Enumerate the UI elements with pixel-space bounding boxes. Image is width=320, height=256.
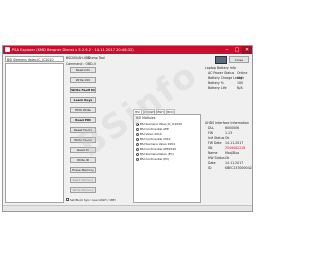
- module-radio[interactable]: [136, 132, 139, 136]
- window-title: PSA Explorer (KMD Bergner Dienst v 5.2.9…: [12, 48, 134, 52]
- interface-info-label: Init Status: [208, 136, 225, 140]
- laptop-info-value: N/A: [237, 86, 243, 90]
- block-sync-label: Set Block Sync (use OASH / 1BE): [70, 197, 116, 202]
- vin-label: BSI200/AH-080: [66, 56, 91, 60]
- interface-info-label: HW Status: [208, 156, 225, 160]
- module-label: BSI Continental 2010: [140, 137, 171, 141]
- interface-info-label: FW: [208, 131, 213, 135]
- title-bar: PSA Explorer (KMD Bergner Dienst v 5.2.9…: [3, 46, 252, 54]
- module-label: BSI Continental AEE2010: [140, 147, 177, 151]
- action-button-read-memory[interactable]: Read Memory: [70, 177, 96, 183]
- interface-info-label: FW Date: [208, 141, 222, 145]
- interface-info-label: Name: [208, 151, 218, 155]
- module-radio[interactable]: [136, 127, 139, 131]
- maximize-button[interactable]: □: [232, 46, 242, 54]
- module-label: BSI Valeo 2010: [140, 132, 162, 136]
- interface-info-value: Mod/Duo: [225, 151, 240, 155]
- module-label: BSI Continental AEE: [140, 127, 169, 131]
- action-button-write-faults[interactable]: Write Faults: [70, 137, 96, 143]
- interface-info-value: Ok: [225, 136, 230, 140]
- modules-heading: BSI Modules: [136, 116, 156, 120]
- interface-info-title: UHDS Interface Information: [205, 121, 249, 125]
- module-label: BSI Siemens Valeo JC_IC2010: [140, 122, 183, 126]
- left-panel: [5, 63, 64, 203]
- interface-info-value: 14.11.2017: [225, 161, 244, 165]
- action-button-read-info[interactable]: Read Info: [70, 67, 96, 73]
- action-button-erase-memory[interactable]: Erase Memory: [70, 167, 96, 173]
- action-button-write-fault-id[interactable]: Write Fault ID: [70, 87, 96, 93]
- action-button-learn-keys[interactable]: Learn Keys: [70, 97, 96, 103]
- interface-info-value: 2549082218: [225, 146, 246, 150]
- interface-info-label: Date: [208, 161, 216, 165]
- interface-info-value: KBEC153000042: [225, 166, 252, 170]
- interface-info-label: ID: [208, 166, 212, 170]
- app-icon: [5, 47, 10, 52]
- ecu-select-field[interactable]: BSI Siemens Valeo JC_IC2010: [5, 56, 64, 62]
- laptop-info-value: 100: [237, 81, 244, 85]
- interface-info-value: 1.13: [225, 131, 233, 135]
- laptop-info-title: Laptop Battery Info: [205, 66, 236, 70]
- block-sync-checkbox[interactable]: [66, 198, 69, 201]
- laptop-info-value: High: [237, 76, 245, 80]
- command-label: Command : OBD-II: [66, 62, 96, 66]
- interface-info-label: SN: [208, 146, 213, 150]
- action-button-emu-write[interactable]: EMU Write: [70, 107, 96, 113]
- module-radio[interactable]: [136, 157, 139, 161]
- action-button-read-pin[interactable]: Read PIN: [70, 117, 96, 123]
- module-radio[interactable]: [136, 152, 139, 156]
- action-button-write-id[interactable]: Write ID: [70, 157, 96, 163]
- status-bar: [3, 205, 252, 211]
- module-radio[interactable]: [136, 137, 139, 141]
- module-label: BSI Siemens/Valeo (EC): [140, 152, 174, 156]
- close-info-button[interactable]: Close: [229, 56, 249, 63]
- action-button-write-memory[interactable]: Write Memory: [70, 187, 96, 193]
- module-radio[interactable]: [136, 147, 139, 151]
- module-label: BSI Siemens Valeo 2004: [140, 142, 175, 146]
- action-button-reset-faults[interactable]: Reset Faults: [70, 127, 96, 133]
- app-window: PSA Explorer (KMD Bergner Dienst v 5.2.9…: [2, 45, 253, 212]
- laptop-info-label: Battery Life: [208, 86, 227, 90]
- laptop-icon: [215, 56, 227, 64]
- dump-tool-label: Dump Tool: [88, 56, 105, 60]
- minimize-button[interactable]: ‒: [222, 46, 232, 54]
- action-button-read-id[interactable]: Read ID: [70, 147, 96, 153]
- module-radio[interactable]: [136, 142, 139, 146]
- ecu-select-value: BSI Siemens Valeo JC_IC2010: [7, 57, 54, 62]
- interface-info-value: 6000006: [225, 126, 240, 130]
- action-button-write-info[interactable]: Write Info: [70, 77, 96, 83]
- interface-info-value: Ok: [225, 156, 230, 160]
- laptop-info-label: AC Power Status: [208, 71, 235, 75]
- close-window-button[interactable]: ✕: [242, 46, 252, 54]
- laptop-info-value: Online: [237, 71, 248, 75]
- module-label: BSI Continental (EC): [140, 157, 170, 161]
- interface-info-value: 14.11.2017: [225, 141, 244, 145]
- laptop-info-label: Battery %: [208, 81, 224, 85]
- interface-info-label: DLL: [208, 126, 215, 130]
- module-radio[interactable]: [136, 122, 139, 126]
